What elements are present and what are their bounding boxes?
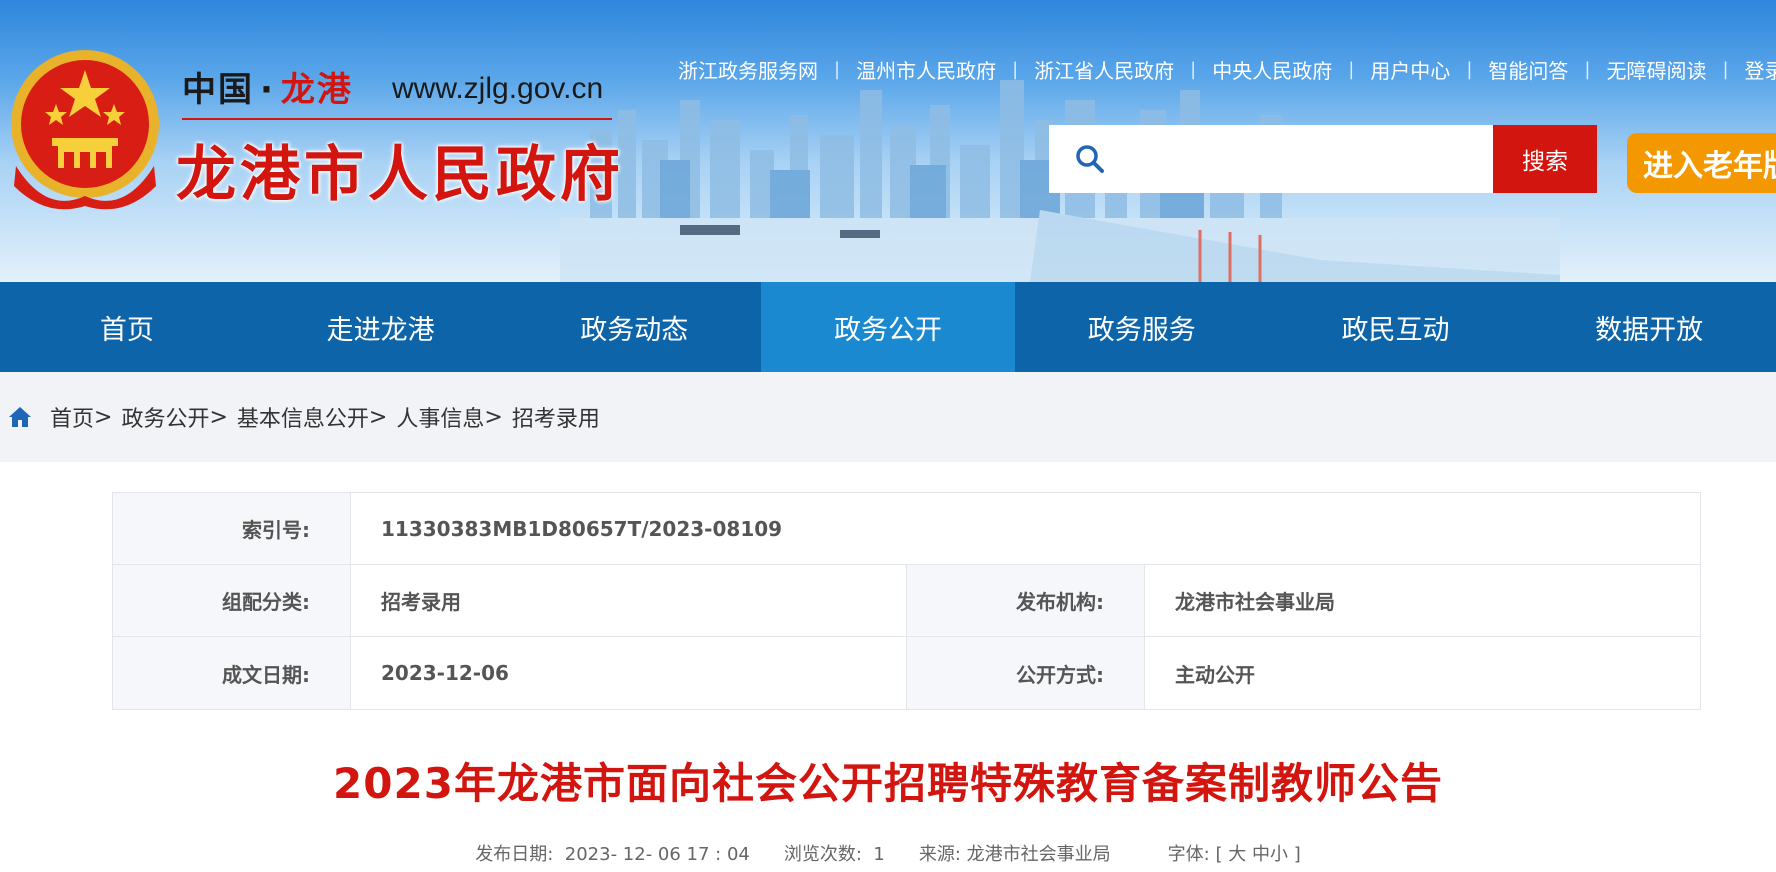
- main-nav: 首页 走进龙港 政务动态 政务公开 政务服务 政民互动 数据开放: [0, 282, 1776, 372]
- font-size-small[interactable]: 小: [1270, 844, 1288, 865]
- index-value: 11330383MB1D80657T/2023-08109: [381, 516, 783, 541]
- font-size-bracket-open: [: [1215, 844, 1223, 865]
- toplink-zhejiang-gov[interactable]: 浙江省人民政府: [1034, 55, 1174, 84]
- site-url: www.zjlg.gov.cn: [392, 72, 604, 105]
- breadcrumb-recruitment[interactable]: 招考录用: [512, 401, 600, 433]
- breadcrumb-separator: >: [484, 404, 503, 430]
- source-value: 龙港市社会事业局: [966, 844, 1111, 865]
- source: 来源: 龙港市社会事业局: [919, 840, 1111, 866]
- publisher-value: 龙港市社会事业局: [1175, 590, 1335, 614]
- article-title: 2023年龙港市面向社会公开招聘特殊教育备案制教师公告: [333, 759, 1443, 808]
- article-meta: 发布日期: 2023- 12- 06 17 : 04 浏览次数: 1 来源: 龙…: [0, 840, 1776, 866]
- site-name-small: 中国 · 龙港: [182, 62, 353, 111]
- search-field: [1049, 125, 1493, 193]
- search-bar: 搜索: [1049, 125, 1597, 193]
- site-title: 龙港市人民政府: [176, 140, 624, 210]
- breadcrumb-personnel-info[interactable]: 人事信息: [396, 401, 484, 433]
- font-size-switcher: 字体: [ 大 中小 ]: [1168, 840, 1301, 866]
- toplink-zj-gov-service[interactable]: 浙江政务服务网: [678, 55, 818, 84]
- index-label: 索引号:: [113, 493, 351, 564]
- toplink-separator: |: [1584, 59, 1591, 80]
- category-label: 组配分类:: [113, 565, 351, 636]
- info-row-index: 索引号: 11330383MB1D80657T/2023-08109: [113, 493, 1700, 565]
- toplink-accessible-reading[interactable]: 无障碍阅读: [1606, 55, 1706, 84]
- toplink-wenzhou-gov[interactable]: 温州市人民政府: [856, 55, 996, 84]
- nav-item-gov-disclosure[interactable]: 政务公开: [761, 282, 1015, 372]
- nav-item-about-longgang[interactable]: 走进龙港: [254, 282, 508, 372]
- toplink-separator: |: [1190, 59, 1197, 80]
- search-button[interactable]: 搜索: [1493, 125, 1597, 193]
- toplink-login[interactable]: 登录: [1745, 55, 1776, 84]
- view-count-value: 1: [873, 844, 885, 865]
- toplink-separator: |: [1466, 59, 1473, 80]
- site-divider: [182, 118, 612, 120]
- font-size-label: 字体:: [1167, 844, 1210, 865]
- view-count-label: 浏览次数:: [783, 844, 862, 865]
- nav-item-open-data[interactable]: 数据开放: [1522, 282, 1776, 372]
- info-row-date: 成文日期: 2023-12-06 公开方式: 主动公开: [113, 637, 1700, 709]
- date-label: 成文日期:: [113, 637, 351, 709]
- open-method-value: 主动公开: [1175, 662, 1255, 687]
- breadcrumb-separator: >: [368, 404, 388, 430]
- toplink-smart-qa[interactable]: 智能问答: [1488, 55, 1568, 84]
- nav-item-gov-news[interactable]: 政务动态: [507, 282, 761, 372]
- publish-date-value: 2023- 12- 06 17 : 04: [564, 844, 750, 865]
- national-emblem-icon: [11, 50, 159, 210]
- date-value: 2023-12-06: [351, 637, 907, 709]
- search-input[interactable]: [1119, 139, 1493, 179]
- publish-date: 发布日期: 2023- 12- 06 17 : 04: [475, 840, 750, 866]
- elder-mode-button[interactable]: 进入老年版: [1627, 133, 1776, 193]
- nav-item-home[interactable]: 首页: [0, 282, 254, 372]
- breadcrumb-separator: >: [209, 404, 228, 430]
- site-name-prefix: 中国: [182, 70, 254, 110]
- source-label: 来源:: [918, 844, 961, 865]
- breadcrumb-home[interactable]: 首页: [50, 401, 94, 433]
- nav-item-interaction[interactable]: 政民互动: [1269, 282, 1523, 372]
- site-name-dot: ·: [260, 70, 275, 110]
- toplink-separator: |: [834, 59, 841, 80]
- top-links: 浙江政务服务网 | 温州市人民政府 | 浙江省人民政府 | 中央人民政府 | 用…: [678, 55, 1776, 84]
- breadcrumb: 首页 > 政务公开 > 基本信息公开 > 人事信息 > 招考录用: [0, 372, 1776, 462]
- view-count: 浏览次数: 1: [784, 840, 885, 866]
- breadcrumb-basic-info[interactable]: 基本信息公开: [237, 401, 369, 433]
- font-size-bracket-close: ]: [1293, 844, 1301, 865]
- document-info-table: 索引号: 11330383MB1D80657T/2023-08109 组配分类:…: [112, 492, 1701, 710]
- toplink-separator: |: [1012, 59, 1019, 80]
- category-value: 招考录用: [351, 565, 907, 636]
- publisher-label: 发布机构:: [907, 565, 1145, 636]
- breadcrumb-separator: >: [94, 404, 113, 430]
- search-icon: [1076, 145, 1104, 173]
- nav-item-gov-services[interactable]: 政务服务: [1015, 282, 1269, 372]
- toplink-user-center[interactable]: 用户中心: [1370, 55, 1450, 84]
- font-size-large[interactable]: 大: [1228, 844, 1246, 865]
- breadcrumb-trail: 首页 > 政务公开 > 基本信息公开 > 人事信息 > 招考录用: [50, 401, 600, 433]
- toplink-central-gov[interactable]: 中央人民政府: [1212, 55, 1332, 84]
- open-method-label: 公开方式:: [907, 637, 1145, 709]
- font-size-medium[interactable]: 中: [1252, 844, 1270, 865]
- breadcrumb-gov-disclosure[interactable]: 政务公开: [121, 401, 209, 433]
- site-name-city: 龙港: [280, 70, 353, 110]
- toplink-separator: |: [1722, 59, 1729, 80]
- toplink-separator: |: [1348, 59, 1355, 80]
- home-icon[interactable]: [8, 405, 32, 429]
- info-row-category: 组配分类: 招考录用 发布机构: 龙港市社会事业局: [113, 565, 1700, 637]
- publish-date-label: 发布日期:: [475, 844, 554, 865]
- site-header: 中国 · 龙港 www.zjlg.gov.cn 龙港市人民政府 浙江政务服务网 | …: [0, 0, 1776, 282]
